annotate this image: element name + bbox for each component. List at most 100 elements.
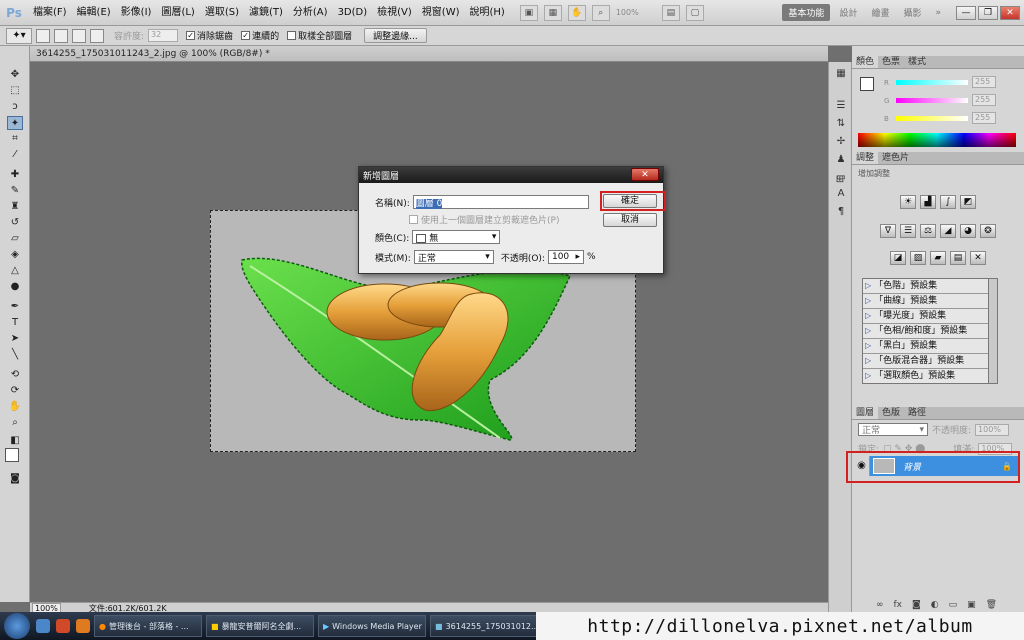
paragraph-icon[interactable]: ¶ — [834, 206, 848, 218]
clone-source-icon[interactable]: ♟ — [834, 154, 848, 166]
add-mask-icon[interactable]: ◙ — [912, 600, 921, 610]
screen-mode-icon[interactable]: ▢ — [685, 4, 704, 21]
media-icon[interactable] — [56, 619, 70, 633]
group-icon[interactable]: ▭ — [949, 600, 958, 610]
3d-orbit-tool-icon[interactable]: ⟳ — [7, 384, 23, 398]
magic-wand-tool-icon[interactable]: ✦ — [7, 116, 23, 130]
taskbar-item[interactable]: ▶ Windows Media Player — [318, 615, 426, 637]
menu-edit[interactable]: 編輯(E) — [72, 0, 116, 26]
arrange-documents-icon[interactable]: ▤ — [661, 4, 680, 21]
green-value-input[interactable]: 255 — [972, 94, 996, 106]
brush-tool-icon[interactable]: ✎ — [7, 184, 23, 198]
healing-brush-tool-icon[interactable]: ✚ — [7, 168, 23, 182]
menu-select[interactable]: 選取(S) — [200, 0, 244, 26]
magic-wand-tool-preset-icon[interactable]: ✦▾ — [6, 27, 32, 44]
tab-color[interactable]: 顏色 — [852, 56, 879, 68]
subtract-selection-icon[interactable] — [72, 28, 86, 43]
sample-all-layers-checkbox[interactable]: 取樣全部圖層 — [287, 29, 352, 42]
blue-slider[interactable] — [896, 115, 968, 121]
tab-masks[interactable]: 遮色片 — [878, 152, 913, 164]
delete-layer-icon[interactable]: 🗑 — [986, 600, 997, 610]
preset-item[interactable]: ▷ 「選取顏色」預設集 — [863, 369, 997, 384]
preset-item[interactable]: ▷ 「色階」預設集 — [863, 279, 997, 294]
hand-tool-icon[interactable]: ✋ — [7, 400, 23, 414]
chevron-right-icon[interactable]: ▸ — [575, 252, 580, 262]
menu-filter[interactable]: 濾鏡(T) — [244, 0, 288, 26]
layer-opacity-input[interactable]: 100% — [975, 423, 1010, 436]
workspace-essentials[interactable]: 基本功能 — [782, 4, 831, 21]
green-slider[interactable] — [896, 97, 968, 103]
restore-button[interactable]: ❐ — [978, 5, 998, 20]
invert-icon[interactable]: ◪ — [890, 251, 906, 265]
path-selection-tool-icon[interactable]: ➤ — [7, 332, 23, 346]
new-selection-icon[interactable] — [36, 28, 50, 43]
add-selection-icon[interactable] — [54, 28, 68, 43]
quick-mask-icon[interactable]: ◙ — [7, 472, 23, 486]
link-layers-icon[interactable]: ∞ — [876, 600, 884, 610]
preset-item[interactable]: ▷ 「色相/飽和度」預設集 — [863, 324, 997, 339]
vibrance-icon[interactable]: ∇ — [880, 224, 896, 238]
menu-file[interactable]: 檔案(F) — [28, 0, 72, 26]
new-layer-icon[interactable]: ▣ — [967, 600, 976, 610]
red-value-input[interactable]: 255 — [972, 76, 996, 88]
intersect-selection-icon[interactable] — [90, 28, 104, 43]
photo-filter-icon[interactable]: ◕ — [960, 224, 976, 238]
tolerance-input[interactable]: 32 — [148, 29, 179, 42]
presets-scrollbar[interactable] — [988, 278, 998, 384]
opacity-input[interactable]: 100 ▸ — [547, 250, 584, 264]
menu-window[interactable]: 視窗(W) — [417, 0, 465, 26]
posterize-icon[interactable]: ▨ — [910, 251, 926, 265]
marquee-tool-icon[interactable]: ⬚ — [7, 84, 23, 98]
channel-mixer-icon[interactable]: ❂ — [980, 224, 996, 238]
actions-icon[interactable]: ☰ — [834, 100, 848, 112]
history-brush-tool-icon[interactable]: ↺ — [7, 216, 23, 230]
contiguous-checkbox[interactable]: ✓ 連續的 — [241, 29, 279, 42]
menu-layer[interactable]: 圖層(L) — [156, 0, 199, 26]
taskbar-item[interactable]: ● 管理後台 - 部落格 - ... — [94, 615, 202, 637]
dialog-close-button[interactable]: ✕ — [631, 168, 659, 181]
preset-item[interactable]: ▷ 「色版混合器」預設集 — [863, 354, 997, 369]
foreground-color-swatch[interactable] — [5, 448, 19, 462]
taskbar-item[interactable]: ■ 3614255_175031012... — [430, 615, 538, 637]
menu-analysis[interactable]: 分析(A) — [288, 0, 333, 26]
preset-item[interactable]: ▷ 「曝光度」預設集 — [863, 309, 997, 324]
explorer-icon[interactable] — [36, 619, 50, 633]
close-button[interactable]: ✕ — [1000, 5, 1020, 20]
hue-saturation-icon[interactable]: ☰ — [900, 224, 916, 238]
tab-layers[interactable]: 圖層 — [852, 407, 879, 419]
tab-adjustments[interactable]: 調整 — [852, 152, 879, 164]
taskbar-item[interactable]: ■ 暴龍安普爾阿名全劇... — [206, 615, 314, 637]
blend-mode-select[interactable]: 正常 ▾ — [858, 423, 928, 436]
adjustment-layer-icon[interactable]: ◐ — [931, 600, 939, 610]
refine-edge-button[interactable]: 調整邊緣... — [364, 28, 427, 43]
eyedropper-tool-icon[interactable]: ⁄ — [7, 148, 23, 162]
dodge-tool-icon[interactable]: ● — [7, 280, 23, 294]
default-colors-icon[interactable]: ◧ — [7, 434, 23, 448]
pen-tool-icon[interactable]: ✒ — [7, 300, 23, 314]
color-select[interactable]: 無 ▾ — [412, 230, 501, 244]
brightness-contrast-icon[interactable]: ☀ — [900, 195, 916, 209]
gradient-map-icon[interactable]: ▤ — [950, 251, 966, 265]
levels-icon[interactable]: ▟ — [920, 195, 936, 209]
zoom-tool-icon[interactable]: ⌕ — [7, 416, 23, 430]
exposure-icon[interactable]: ◩ — [960, 195, 976, 209]
tab-styles[interactable]: 樣式 — [904, 56, 930, 68]
preset-item[interactable]: ▷ 「黑白」預設集 — [863, 339, 997, 354]
anti-alias-checkbox[interactable]: ✓ 消除鋸齒 — [186, 29, 233, 42]
color-balance-icon[interactable]: ⚖ — [920, 224, 936, 238]
menu-3d[interactable]: 3D(D) — [333, 0, 373, 26]
cancel-button[interactable]: 取消 — [603, 213, 657, 227]
crop-tool-icon[interactable]: ⌗ — [7, 132, 23, 146]
workspace-photography[interactable]: 攝影 — [898, 4, 926, 21]
tab-swatches[interactable]: 色票 — [878, 56, 904, 68]
tab-channels[interactable]: 色版 — [878, 407, 904, 419]
eraser-tool-icon[interactable]: ▱ — [7, 232, 23, 246]
workspace-painting[interactable]: 繪畫 — [866, 4, 894, 21]
layer-name-input[interactable]: 圖層 0 — [412, 195, 589, 209]
curves-icon[interactable]: ∫ — [940, 195, 956, 209]
menu-view[interactable]: 檢視(V) — [372, 0, 417, 26]
document-tab[interactable]: 3614255_175031011243_2.jpg @ 100% (RGB/8… — [30, 46, 828, 62]
preset-item[interactable]: ▷ 「曲線」預設集 — [863, 294, 997, 309]
3d-rotate-tool-icon[interactable]: ⟲ — [7, 368, 23, 382]
move-tool-icon[interactable]: ✥ — [7, 68, 23, 82]
